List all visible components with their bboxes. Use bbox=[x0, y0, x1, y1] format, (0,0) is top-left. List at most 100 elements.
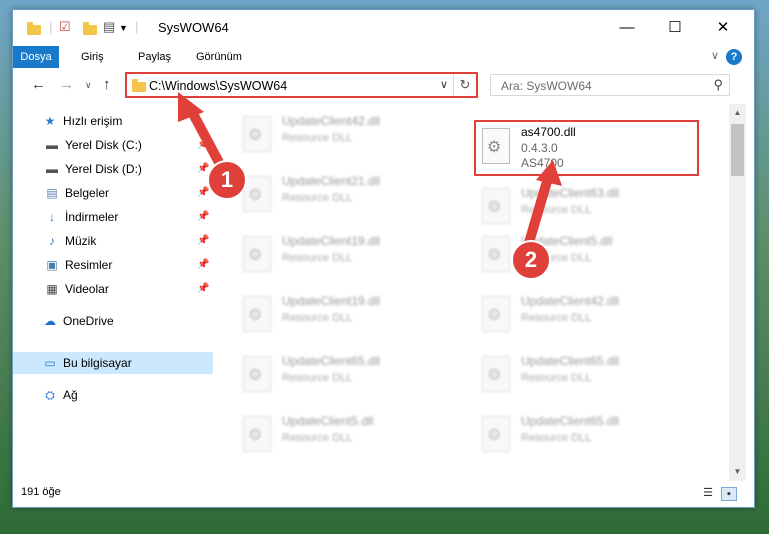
videos-icon: ▦ bbox=[46, 282, 58, 296]
list-item[interactable]: UpdateClient65.dll Resource DLL bbox=[235, 348, 460, 404]
dll-file-icon bbox=[482, 128, 510, 164]
file-type: Resource DLL bbox=[282, 432, 353, 444]
sidebar-item-local-disk-c[interactable]: ▬ Yerel Disk (C:) 📌 bbox=[13, 134, 213, 156]
vertical-scrollbar[interactable]: ▲ ▼ bbox=[729, 104, 746, 481]
separator: | bbox=[135, 19, 139, 34]
dll-file-icon bbox=[243, 236, 271, 272]
dll-file-icon bbox=[243, 356, 271, 392]
search-icon[interactable]: ⚲ bbox=[713, 77, 723, 93]
sidebar-item-label: OneDrive bbox=[63, 314, 114, 328]
pin-icon[interactable]: 📌 bbox=[197, 230, 209, 252]
file-name: UpdateClient65.dll bbox=[521, 414, 620, 428]
file-name: UpdateClient42.dll bbox=[282, 114, 381, 128]
documents-icon: ▤ bbox=[46, 186, 58, 200]
list-item[interactable]: UpdateClient65.dll Resource DLL bbox=[474, 408, 699, 464]
tab-view[interactable]: Görünüm bbox=[196, 46, 242, 68]
file-type: Resource DLL bbox=[282, 132, 353, 144]
sidebar-item-pictures[interactable]: ▣ Resimler 📌 bbox=[13, 254, 213, 276]
close-button[interactable]: ✕ bbox=[700, 10, 746, 46]
dll-file-icon bbox=[243, 416, 271, 452]
dll-file-icon bbox=[482, 356, 510, 392]
navigation-bar: ← → ∨ ↑ C:\Windows\SysWOW64 ∨ ↻ Ara: Sys… bbox=[13, 68, 754, 104]
music-icon: ♪ bbox=[49, 234, 55, 248]
dll-file-icon bbox=[243, 176, 271, 212]
recent-locations-icon[interactable]: ∨ bbox=[85, 80, 92, 91]
sidebar-item-this-pc[interactable]: ▭ Bu bilgisayar bbox=[13, 352, 213, 374]
file-type: Resource DLL bbox=[521, 204, 592, 216]
list-item[interactable]: UpdateClient42.dll Resource DLL bbox=[474, 288, 699, 344]
dll-file-icon bbox=[482, 296, 510, 332]
address-path[interactable]: C:\Windows\SysWOW64 bbox=[149, 79, 287, 93]
network-icon: ⛭ bbox=[45, 388, 55, 402]
large-icons-view-icon[interactable]: ▪ bbox=[721, 487, 737, 501]
address-bar[interactable]: C:\Windows\SysWOW64 ∨ ↻ bbox=[125, 72, 478, 98]
file-type: Resource DLL bbox=[282, 192, 353, 204]
file-name: UpdateClient42.dll bbox=[521, 294, 620, 308]
tab-file[interactable]: Dosya bbox=[13, 46, 59, 68]
ribbon-expand-icon[interactable]: ∨ bbox=[711, 49, 719, 62]
pin-icon[interactable]: 📌 bbox=[197, 134, 209, 156]
sidebar-item-documents[interactable]: ▤ Belgeler 📌 bbox=[13, 182, 213, 204]
list-item[interactable]: UpdateClient65.dll Resource DLL bbox=[474, 348, 699, 404]
sidebar-item-downloads[interactable]: ↓ İndirmeler 📌 bbox=[13, 206, 213, 228]
search-box[interactable]: Ara: SysWOW64 ⚲ bbox=[490, 74, 730, 96]
help-icon[interactable]: ? bbox=[726, 49, 742, 65]
sidebar-item-label: Ağ bbox=[63, 388, 78, 402]
sidebar-item-network[interactable]: ⛭ Ağ bbox=[13, 384, 213, 406]
properties-icon[interactable]: ☑ bbox=[59, 19, 71, 35]
highlighted-file-as4700[interactable]: as4700.dll 0.4.3.0 AS4700 bbox=[474, 120, 699, 176]
minimize-button[interactable]: — bbox=[604, 10, 650, 46]
refresh-icon[interactable]: ↻ bbox=[453, 74, 476, 96]
sidebar-item-label: Resimler bbox=[65, 258, 113, 272]
forward-arrow-icon[interactable]: → bbox=[59, 76, 74, 93]
folder-icon bbox=[132, 79, 146, 92]
sidebar-item-quick-access[interactable]: ★ Hızlı erişim bbox=[13, 110, 213, 132]
file-name: UpdateClient65.dll bbox=[282, 354, 381, 368]
pictures-icon: ▣ bbox=[46, 258, 58, 272]
file-type: Resource DLL bbox=[282, 372, 353, 384]
sidebar-item-label: Müzik bbox=[65, 234, 97, 248]
scroll-down-icon[interactable]: ▼ bbox=[729, 465, 746, 479]
search-input[interactable]: Ara: SysWOW64 bbox=[501, 79, 592, 93]
chevron-down-icon[interactable]: ▼ bbox=[119, 23, 128, 33]
list-item[interactable]: UpdateClient19.dll Resource DLL bbox=[235, 288, 460, 344]
pin-icon[interactable]: 📌 bbox=[197, 254, 209, 276]
tab-home[interactable]: Giriş bbox=[81, 46, 104, 68]
sidebar-item-local-disk-d[interactable]: ▬ Yerel Disk (D:) 📌 bbox=[13, 158, 213, 180]
details-view-icon[interactable]: ☰ bbox=[701, 487, 715, 499]
sidebar-item-label: Videolar bbox=[65, 282, 109, 296]
file-type: Resource DLL bbox=[521, 312, 592, 324]
sidebar-item-label: Yerel Disk (C:) bbox=[65, 138, 142, 152]
address-dropdown-icon[interactable]: ∨ bbox=[440, 78, 448, 91]
ribbon: Dosya Giriş Paylaş Görünüm ∨ ? bbox=[13, 46, 754, 68]
dll-file-icon bbox=[243, 296, 271, 332]
item-count: 191 öğe bbox=[21, 486, 61, 498]
list-item[interactable]: UpdateClient5.dll Resource DLL bbox=[235, 408, 460, 464]
scrollbar-thumb[interactable] bbox=[731, 124, 744, 176]
pin-icon[interactable]: 📌 bbox=[197, 206, 209, 228]
annotation-step-2: 2 bbox=[511, 240, 551, 280]
separator: | bbox=[49, 19, 53, 34]
list-item[interactable]: UpdateClient5.dll Resource DLL bbox=[474, 228, 699, 284]
sidebar-item-onedrive[interactable]: ☁ OneDrive bbox=[13, 310, 213, 332]
up-arrow-icon[interactable]: ↑ bbox=[103, 76, 111, 93]
scroll-up-icon[interactable]: ▲ bbox=[729, 106, 746, 120]
sidebar-item-videos[interactable]: ▦ Videolar 📌 bbox=[13, 278, 213, 300]
drive-icon: ▬ bbox=[46, 138, 58, 152]
back-arrow-icon[interactable]: ← bbox=[31, 76, 46, 93]
file-description: AS4700 bbox=[521, 156, 564, 170]
sidebar-item-label: Yerel Disk (D:) bbox=[65, 162, 142, 176]
pin-icon[interactable]: 📌 bbox=[197, 278, 209, 300]
list-item[interactable]: UpdateClient21.dll Resource DLL bbox=[235, 168, 460, 224]
file-name: UpdateClient5.dll bbox=[282, 414, 374, 428]
status-bar: 191 öğe ☰ ▪ bbox=[13, 482, 754, 507]
list-item[interactable]: UpdateClient19.dll Resource DLL bbox=[235, 228, 460, 284]
file-name: UpdateClient19.dll bbox=[282, 234, 381, 248]
new-folder-icon[interactable] bbox=[83, 22, 97, 35]
list-item[interactable]: UpdateClient42.dll Resource DLL bbox=[235, 108, 460, 164]
tab-share[interactable]: Paylaş bbox=[138, 46, 171, 68]
sidebar-item-music[interactable]: ♪ Müzik 📌 bbox=[13, 230, 213, 252]
dll-file-icon bbox=[482, 188, 510, 224]
quick-access-toolbar-icon[interactable]: ▤ bbox=[103, 19, 115, 35]
maximize-button[interactable]: ☐ bbox=[652, 10, 698, 46]
